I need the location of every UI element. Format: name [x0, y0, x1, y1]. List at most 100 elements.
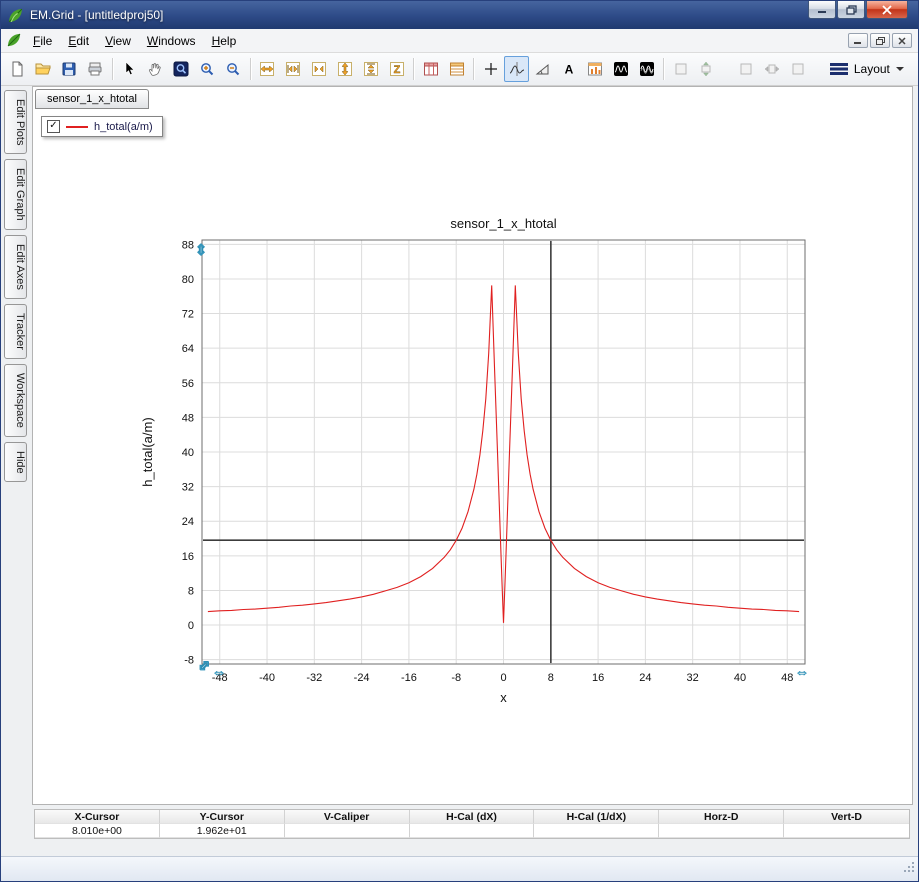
- menu-view[interactable]: View: [97, 31, 139, 51]
- legend-checkbox[interactable]: ✓: [47, 120, 60, 133]
- svg-text:40: 40: [182, 447, 194, 459]
- col-h-cal-dx: H-Cal (dX): [410, 810, 535, 824]
- column-view-button[interactable]: [418, 56, 443, 82]
- layout-dropdown-button[interactable]: Layout: [820, 58, 914, 80]
- sidebar-item-edit-graph[interactable]: Edit Graph: [4, 159, 27, 230]
- add-marker-button[interactable]: [478, 56, 503, 82]
- mdi-minimize-button[interactable]: [848, 33, 868, 48]
- menu-bar: File Edit View Windows Help: [1, 29, 918, 53]
- select-tool-button[interactable]: [117, 56, 142, 82]
- expand-vertical-icon: [698, 61, 714, 77]
- tracker-button[interactable]: [504, 56, 529, 82]
- resize-grip[interactable]: [902, 860, 916, 879]
- svg-text:sensor_1_x_htotal: sensor_1_x_htotal: [450, 216, 556, 231]
- expand-horizontal-button[interactable]: [760, 56, 785, 82]
- window-controls: [808, 1, 908, 19]
- legend-box[interactable]: ✓ h_total(a/m): [41, 116, 163, 137]
- value-v-caliper: [285, 824, 410, 838]
- close-button[interactable]: [866, 1, 908, 19]
- svg-text:48: 48: [781, 672, 793, 684]
- status-bar: [1, 856, 918, 881]
- sidebar-item-workspace[interactable]: Workspace: [4, 364, 27, 437]
- svg-text:-16: -16: [401, 672, 417, 684]
- row-table-icon: [449, 61, 465, 77]
- title-bar: EM.Grid - [untitledproj50]: [1, 1, 918, 29]
- sidebar-item-edit-plots[interactable]: Edit Plots: [4, 90, 27, 154]
- slope-tool-button[interactable]: [530, 56, 555, 82]
- tab-sensor-plot[interactable]: sensor_1_x_htotal: [35, 89, 149, 109]
- svg-text:-24: -24: [354, 672, 370, 684]
- minimize-button[interactable]: [808, 1, 836, 19]
- value-x-cursor: 8.010e+00: [35, 824, 160, 838]
- svg-text:88: 88: [182, 239, 194, 251]
- open-folder-icon: [35, 61, 51, 77]
- svg-text:A: A: [564, 63, 573, 77]
- svg-text:72: 72: [182, 309, 194, 321]
- save-button[interactable]: [57, 56, 82, 82]
- mini-chart-button[interactable]: [582, 56, 607, 82]
- cursor-arrow-icon: [121, 61, 137, 77]
- fit-vertical-limits-icon: [363, 61, 379, 77]
- column-table-icon: [423, 61, 439, 77]
- svg-text:⇔: ⇔: [212, 664, 227, 681]
- menu-windows[interactable]: Windows: [139, 31, 204, 51]
- svg-text:24: 24: [182, 516, 194, 528]
- waveform-single-icon: [613, 61, 629, 77]
- value-vert-d: [784, 824, 909, 838]
- svg-text:-8: -8: [451, 672, 461, 684]
- expand-vertical-button[interactable]: [694, 56, 719, 82]
- svg-text:8: 8: [188, 585, 194, 597]
- toolbar-separator: [112, 58, 113, 80]
- waveform-double-button[interactable]: [634, 56, 659, 82]
- menu-help[interactable]: Help: [204, 31, 245, 51]
- zoom-in-button[interactable]: [195, 56, 220, 82]
- svg-text:0: 0: [188, 620, 194, 632]
- menu-file[interactable]: File: [25, 31, 60, 51]
- col-v-caliper: V-Caliper: [285, 810, 410, 824]
- zoom-out-button[interactable]: [221, 56, 246, 82]
- shrink-horizontal-icon: [311, 61, 327, 77]
- menu-edit[interactable]: Edit: [60, 31, 97, 51]
- shrink-horizontal-button[interactable]: [307, 56, 332, 82]
- sidebar-item-edit-axes[interactable]: Edit Axes: [4, 235, 27, 299]
- svg-text:Z: Z: [394, 64, 401, 76]
- fit-horizontal-limits-icon: [285, 61, 301, 77]
- pan-tool-button[interactable]: [143, 56, 168, 82]
- print-button[interactable]: [83, 56, 108, 82]
- svg-text:80: 80: [182, 274, 194, 286]
- fit-horizontal-button[interactable]: [255, 56, 280, 82]
- svg-text:0: 0: [500, 672, 506, 684]
- svg-text:⇔: ⇔: [795, 664, 810, 681]
- toggle-3-button[interactable]: [786, 56, 811, 82]
- mini-chart-icon: [587, 61, 603, 77]
- side-tab-strip: Edit Plots Edit Graph Edit Axes Tracker …: [4, 90, 32, 482]
- text-tool-button[interactable]: A: [556, 56, 581, 82]
- new-button[interactable]: [5, 56, 30, 82]
- svg-text:32: 32: [687, 672, 699, 684]
- zoom-window-button[interactable]: [169, 56, 194, 82]
- fit-vertical-button[interactable]: [333, 56, 358, 82]
- svg-text:-40: -40: [259, 672, 275, 684]
- zoom-in-icon: [199, 61, 215, 77]
- svg-text:40: 40: [734, 672, 746, 684]
- mdi-close-button[interactable]: [892, 33, 912, 48]
- toolbar-separator: [473, 58, 474, 80]
- svg-text:⇕: ⇕: [195, 242, 208, 259]
- open-button[interactable]: [31, 56, 56, 82]
- toggle-1-button[interactable]: [668, 56, 693, 82]
- restore-button[interactable]: [837, 1, 865, 19]
- fit-vertical-icon: [337, 61, 353, 77]
- mdi-restore-button[interactable]: [870, 33, 890, 48]
- toggle-2-button[interactable]: [734, 56, 759, 82]
- sidebar-item-tracker[interactable]: Tracker: [4, 304, 27, 359]
- fit-vertical-limits-button[interactable]: [359, 56, 384, 82]
- chart[interactable]: -48-40-32-24-16-8081624324048-8081624324…: [132, 207, 832, 717]
- sidebar-item-hide[interactable]: Hide: [4, 442, 27, 483]
- waveform-single-button[interactable]: [608, 56, 633, 82]
- fit-all-button[interactable]: Z: [384, 56, 409, 82]
- fit-horizontal-limits-button[interactable]: [281, 56, 306, 82]
- row-view-button[interactable]: [444, 56, 469, 82]
- toolbar-separator: [250, 58, 251, 80]
- plus-marker-icon: [483, 61, 499, 77]
- value-h-cal-dx: [410, 824, 535, 838]
